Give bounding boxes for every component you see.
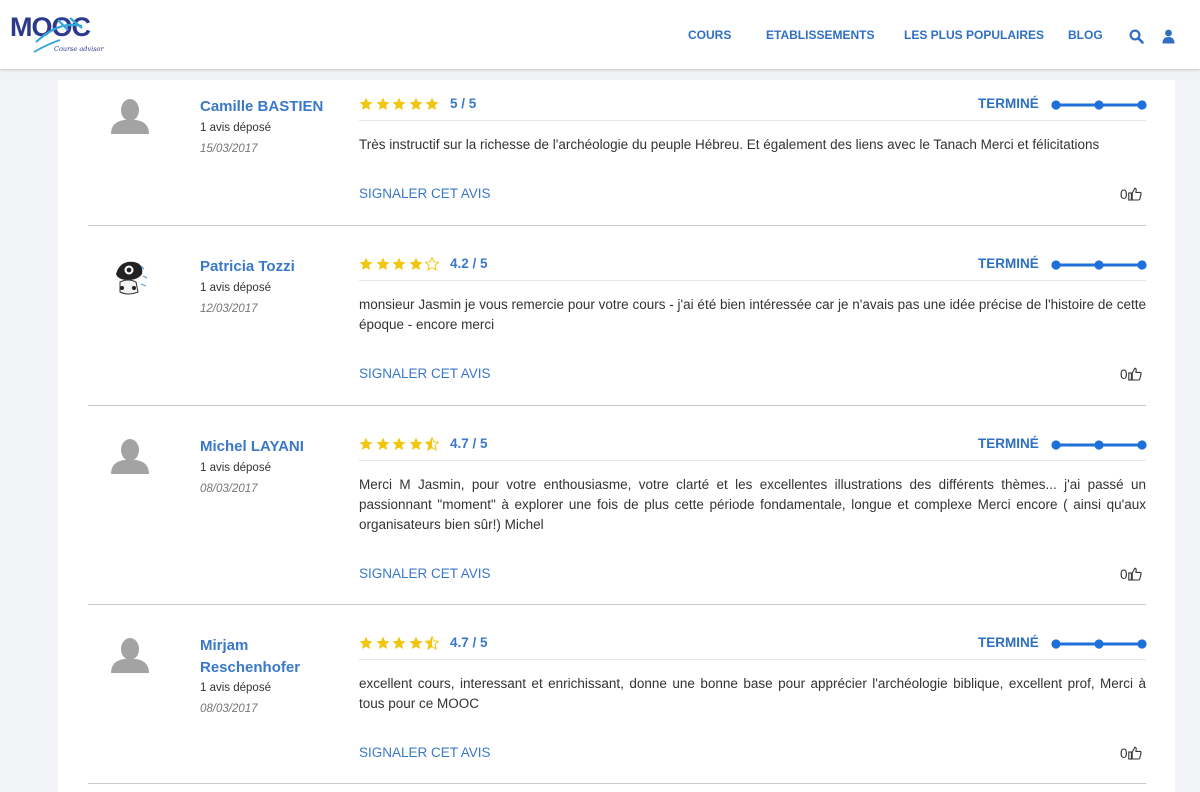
- progress-step-dot: [1094, 440, 1104, 450]
- like-button[interactable]: 0: [1120, 566, 1142, 582]
- rating-score: 5 / 5: [450, 96, 477, 111]
- review-date: 08/03/2017: [200, 483, 258, 495]
- report-review-link[interactable]: SIGNALER CET AVIS: [359, 366, 491, 381]
- progress-step-dot: [1051, 100, 1061, 110]
- progress-step-dot: [1051, 440, 1061, 450]
- thumbs-up-icon: [1127, 747, 1142, 760]
- like-count: 0: [1120, 186, 1128, 202]
- review-text: excellent cours, interessant et enrichis…: [359, 676, 1146, 711]
- review-separator: [88, 783, 1146, 784]
- review-count: 1 avis déposé: [200, 282, 271, 294]
- rating-score: 4.7 / 5: [450, 436, 488, 451]
- like-button[interactable]: 0: [1120, 186, 1142, 202]
- like-count: 0: [1120, 745, 1128, 761]
- review-text: Merci M Jasmin, pour votre enthousiasme,…: [359, 477, 1146, 532]
- course-status-badge: TERMINÉ: [978, 96, 1039, 111]
- default-avatar-icon: [111, 638, 149, 673]
- report-review-link[interactable]: SIGNALER CET AVIS: [359, 745, 491, 760]
- review-date: 08/03/2017: [200, 703, 258, 715]
- review-header-divider: [359, 280, 1146, 281]
- like-count: 0: [1120, 566, 1128, 582]
- review-separator: [88, 225, 1146, 226]
- course-progress-track: [1051, 100, 1147, 110]
- report-review-link[interactable]: SIGNALER CET AVIS: [359, 566, 491, 581]
- course-status-badge: TERMINÉ: [978, 436, 1039, 451]
- star-full-icon: [409, 257, 422, 270]
- report-review-link[interactable]: SIGNALER CET AVIS: [359, 186, 491, 201]
- course-status-badge: TERMINÉ: [978, 256, 1039, 271]
- star-full-icon: [392, 636, 406, 649]
- progress-step-dot: [1094, 639, 1104, 649]
- star-full-icon: [376, 636, 389, 649]
- reviewer-name[interactable]: Mirjam Reschenhofer: [200, 635, 340, 679]
- nav-etablissements[interactable]: ETABLISSEMENTS: [766, 28, 874, 42]
- nav-cours[interactable]: COURS: [688, 28, 731, 42]
- review-separator: [88, 604, 1146, 605]
- course-progress-track: [1051, 440, 1147, 450]
- star-full-icon: [392, 97, 406, 110]
- star-full-icon: [359, 257, 373, 270]
- thumbs-up-icon: [1127, 568, 1142, 581]
- star-full-icon: [409, 97, 422, 110]
- star-empty-icon: [425, 257, 439, 271]
- search-icon[interactable]: [1129, 29, 1144, 44]
- star-full-icon: [376, 437, 389, 450]
- review-date: 12/03/2017: [200, 303, 258, 315]
- like-button[interactable]: 0: [1120, 366, 1142, 382]
- review-date: 15/03/2017: [200, 143, 258, 155]
- star-full-icon: [359, 636, 373, 649]
- review-count: 1 avis déposé: [200, 122, 271, 134]
- like-count: 0: [1120, 366, 1128, 382]
- star-full-icon: [359, 437, 373, 450]
- like-button[interactable]: 0: [1120, 745, 1142, 761]
- star-half-icon: [425, 437, 439, 451]
- course-progress-track: [1051, 260, 1147, 270]
- progress-step-dot: [1137, 100, 1147, 110]
- progress-step-dot: [1094, 100, 1104, 110]
- star-full-icon: [359, 97, 373, 110]
- main-nav: COURS ETABLISSEMENTS LES PLUS POPULAIRES…: [0, 28, 1200, 48]
- review-separator: [88, 405, 1146, 406]
- thumbs-up-icon: [1127, 188, 1142, 201]
- course-progress-track: [1051, 639, 1147, 649]
- nav-blog[interactable]: BLOG: [1068, 28, 1103, 42]
- progress-step-dot: [1051, 260, 1061, 270]
- star-full-icon: [409, 437, 422, 450]
- progress-step-dot: [1137, 260, 1147, 270]
- review-header-divider: [359, 120, 1146, 121]
- thumbs-up-icon: [1127, 368, 1142, 381]
- review-header-divider: [359, 659, 1146, 660]
- star-full-icon: [392, 257, 406, 270]
- reviewer-name[interactable]: Michel LAYANI: [200, 436, 340, 458]
- user-icon[interactable]: [1162, 29, 1175, 44]
- review-text: Très instructif sur la richesse de l'arc…: [359, 137, 1100, 152]
- progress-step-dot: [1094, 260, 1104, 270]
- nav-les-plus-populaires[interactable]: LES PLUS POPULAIRES: [904, 28, 1044, 42]
- user-avatar-image: [108, 256, 152, 300]
- progress-step-dot: [1137, 639, 1147, 649]
- star-full-icon: [376, 257, 389, 270]
- progress-step-dot: [1137, 440, 1147, 450]
- review-count: 1 avis déposé: [200, 682, 271, 694]
- default-avatar-icon: [111, 99, 149, 134]
- rating-score: 4.2 / 5: [450, 256, 488, 271]
- star-full-icon: [409, 636, 422, 649]
- reviewer-name[interactable]: Patricia Tozzi: [200, 256, 340, 278]
- course-status-badge: TERMINÉ: [978, 635, 1039, 650]
- top-navigation-bar: MOOC Course advisor COURS ETABLISSEMENTS…: [0, 0, 1200, 69]
- reviewer-name[interactable]: Camille BASTIEN: [200, 96, 340, 118]
- rating-score: 4.7 / 5: [450, 635, 488, 650]
- progress-step-dot: [1051, 639, 1061, 649]
- default-avatar-icon: [111, 439, 149, 474]
- star-full-icon: [392, 437, 406, 450]
- star-full-icon: [376, 97, 389, 110]
- review-text: monsieur Jasmin je vous remercie pour vo…: [359, 297, 1146, 332]
- review-count: 1 avis déposé: [200, 462, 271, 474]
- review-header-divider: [359, 460, 1146, 461]
- star-full-icon: [425, 97, 439, 110]
- star-half-icon: [425, 636, 439, 650]
